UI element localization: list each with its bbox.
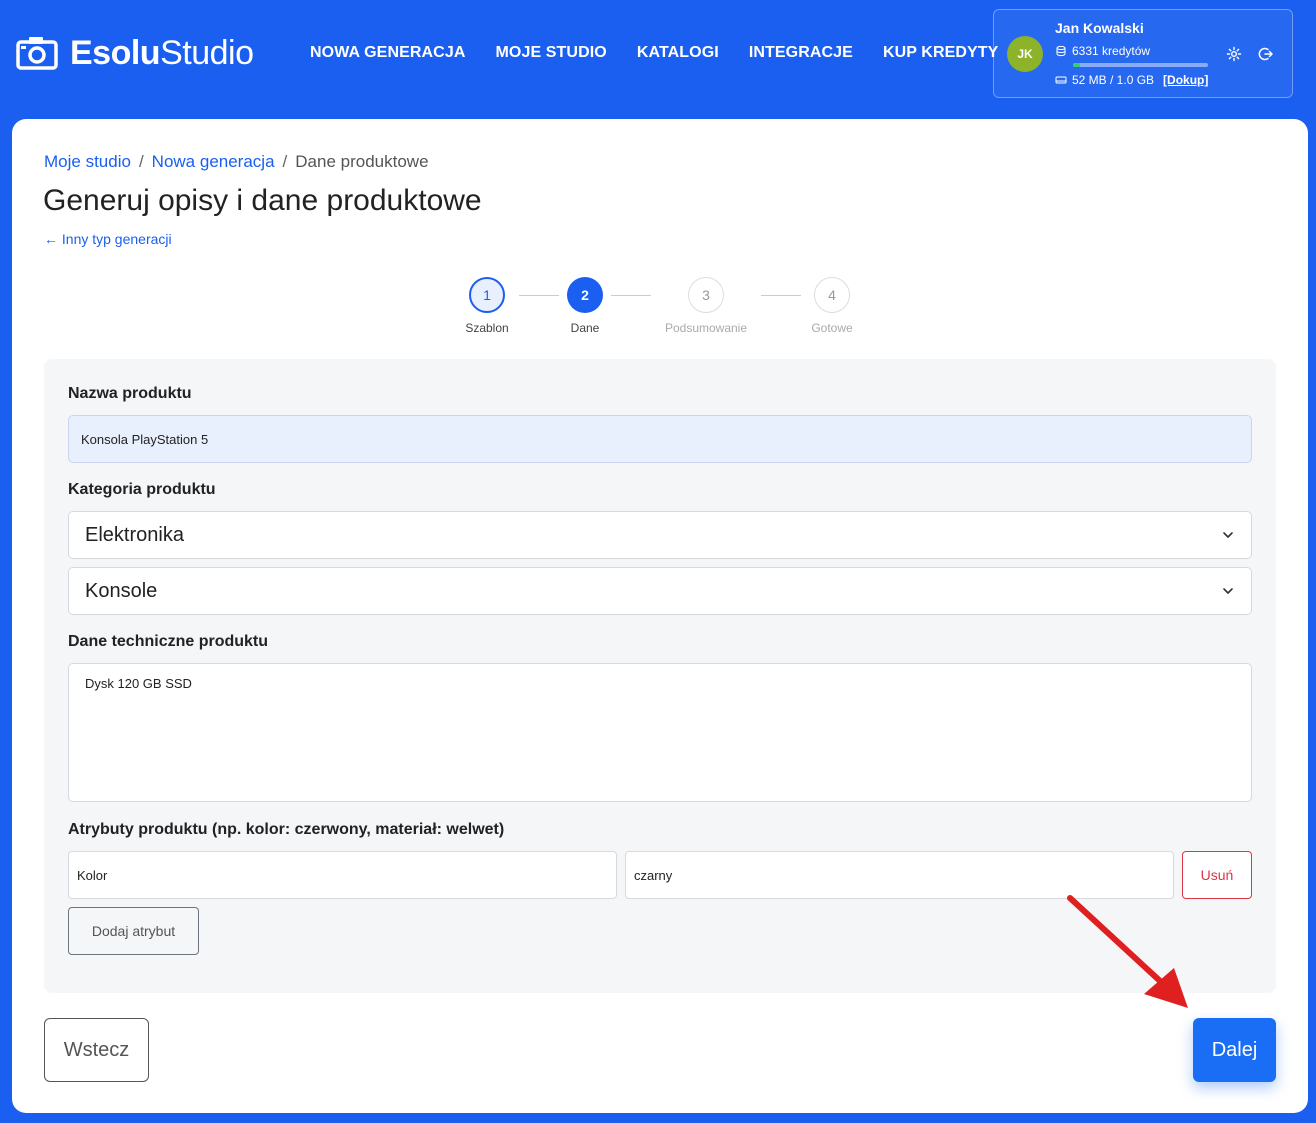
nav-nowa-generacja[interactable]: NOWA GENERACJA bbox=[310, 44, 466, 62]
other-generation-type-link[interactable]: ← Inny typ generacji bbox=[44, 231, 172, 247]
topup-link[interactable]: [Dokup] bbox=[1163, 73, 1208, 87]
credits-info: 6331 kredytów bbox=[1055, 44, 1150, 58]
brand-logo[interactable]: EsoluStudio bbox=[16, 34, 254, 72]
step-podsumowanie: 3 Podsumowanie bbox=[656, 277, 756, 335]
step-number: 4 bbox=[814, 277, 850, 313]
back-button[interactable]: Wstecz bbox=[44, 1018, 149, 1082]
drive-icon bbox=[1055, 76, 1067, 84]
step-label: Dane bbox=[570, 321, 600, 335]
step-szablon[interactable]: 1 Szablon bbox=[437, 277, 537, 335]
breadcrumb-separator: / bbox=[138, 152, 144, 171]
subcategory-select[interactable]: Konsole bbox=[68, 567, 1252, 615]
storage-usage: 52 MB / 1.0 GB bbox=[1072, 73, 1155, 87]
breadcrumb-nowa-generacja[interactable]: Nowa generacja bbox=[152, 152, 275, 172]
category-select[interactable]: Elektronika bbox=[68, 511, 1252, 559]
brand-name: EsoluStudio bbox=[70, 34, 254, 72]
storage-progress-bar bbox=[1073, 63, 1208, 67]
step-number: 2 bbox=[567, 277, 603, 313]
add-attribute-button[interactable]: Dodaj atrybut bbox=[68, 907, 199, 955]
tech-data-textarea[interactable]: Dysk 120 GB SSD bbox=[68, 663, 1252, 802]
nav-moje-studio[interactable]: MOJE STUDIO bbox=[496, 44, 607, 62]
nav-katalogi[interactable]: KATALOGI bbox=[637, 44, 719, 62]
breadcrumb-current: Dane produktowe bbox=[295, 152, 429, 171]
main-nav: NOWA GENERACJA MOJE STUDIO KATALOGI INTE… bbox=[310, 44, 998, 62]
attributes-label: Atrybuty produktu (np. kolor: czerwony, … bbox=[68, 821, 505, 838]
storage-progress-fill bbox=[1073, 63, 1080, 67]
nav-kup-kredyty[interactable]: KUP KREDYTY bbox=[883, 44, 999, 62]
chevron-down-icon bbox=[1223, 532, 1233, 538]
top-navbar: EsoluStudio NOWA GENERACJA MOJE STUDIO K… bbox=[0, 0, 1316, 108]
wizard-stepper: 1 Szablon 2 Dane 3 Podsumowanie 4 Gotowe bbox=[452, 277, 892, 337]
gear-icon[interactable] bbox=[1226, 46, 1242, 62]
attribute-key-input[interactable]: Kolor bbox=[68, 851, 617, 899]
user-name: Jan Kowalski bbox=[1055, 20, 1144, 36]
step-number: 1 bbox=[469, 277, 505, 313]
camera-icon bbox=[16, 37, 58, 70]
tech-data-label: Dane techniczne produktu bbox=[68, 633, 269, 650]
avatar[interactable]: JK bbox=[1007, 36, 1043, 72]
step-number: 3 bbox=[688, 277, 724, 313]
coins-icon bbox=[1056, 45, 1066, 57]
user-panel: JK Jan Kowalski 6331 kredytów 52 MB / 1.… bbox=[993, 9, 1293, 98]
breadcrumb: Moje studio / Nowa generacja / Dane prod… bbox=[44, 152, 429, 172]
nav-integracje[interactable]: INTEGRACJE bbox=[749, 44, 853, 62]
step-label: Podsumowanie bbox=[664, 321, 748, 335]
step-label: Gotowe bbox=[811, 321, 853, 335]
next-button[interactable]: Dalej bbox=[1193, 1018, 1276, 1082]
annotation-arrow-icon bbox=[1067, 895, 1188, 1008]
chevron-down-icon bbox=[1223, 588, 1233, 594]
product-name-input[interactable]: Konsola PlayStation 5 bbox=[68, 415, 1252, 463]
storage-info: 52 MB / 1.0 GB [Dokup] bbox=[1055, 73, 1208, 87]
subcategory-selected-value: Konsole bbox=[85, 579, 158, 602]
page-title: Generuj opisy i dane produktowe bbox=[43, 184, 482, 217]
step-gotowe: 4 Gotowe bbox=[782, 277, 882, 335]
logout-icon[interactable] bbox=[1258, 46, 1274, 62]
product-name-label: Nazwa produktu bbox=[68, 385, 192, 402]
category-selected-value: Elektronika bbox=[85, 523, 184, 546]
breadcrumb-separator: / bbox=[282, 152, 288, 171]
product-category-label: Kategoria produktu bbox=[68, 481, 216, 498]
step-label: Szablon bbox=[465, 321, 509, 335]
credits-count: 6331 kredytów bbox=[1072, 44, 1151, 58]
step-dane: 2 Dane bbox=[535, 277, 635, 335]
breadcrumb-moje-studio[interactable]: Moje studio bbox=[44, 152, 131, 172]
